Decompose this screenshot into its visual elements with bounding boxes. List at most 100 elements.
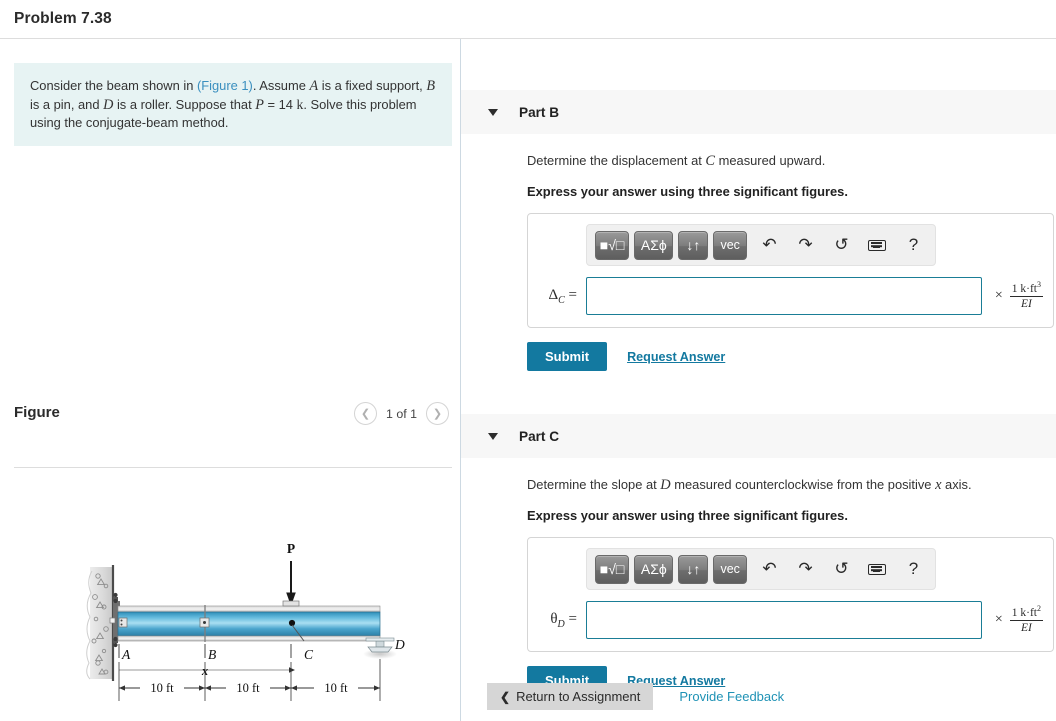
- intro-var-5: B: [426, 78, 435, 94]
- answer-panel: ■√□ ΑΣϕ ↓↑ vec ↶ ↷ ↺? θD = × 1 k·ft2 EI: [527, 537, 1054, 652]
- beam-diagram-svg: P A B C D 10 ft 10 ft 10 ft: [86, 541, 405, 701]
- unit-numerator: 1 k·ft2: [1009, 603, 1043, 622]
- provide-feedback-link[interactable]: Provide Feedback: [679, 689, 784, 704]
- prompt1-var-1: D: [660, 477, 671, 493]
- math-toolbar: ■√□ ΑΣϕ ↓↑ vec ↶ ↷ ↺?: [586, 224, 936, 266]
- answer-input[interactable]: [586, 277, 982, 315]
- intro-text-6: is a pin, and: [30, 96, 104, 112]
- part-body: Determine the displacement at C measured…: [461, 152, 1056, 371]
- prompt0-text-2: measured upward.: [715, 153, 826, 168]
- vector-button[interactable]: vec: [713, 230, 747, 260]
- dimension-label-1: 10 ft: [150, 681, 174, 695]
- template-sqrt-button[interactable]: ■√□: [595, 230, 630, 260]
- arrows-button[interactable]: ↓↑: [678, 554, 709, 584]
- load-label-p: P: [287, 541, 295, 556]
- variable-symbol: Δ: [548, 286, 559, 303]
- unit-fraction: 1 k·ft3 EI: [1009, 279, 1043, 312]
- caret-down-icon[interactable]: [488, 108, 498, 116]
- part-header-b[interactable]: Part B: [461, 89, 1056, 134]
- significant-figures-note: Express your answer using three signific…: [527, 508, 848, 523]
- figure-header: Figure ❮ 1 of 1 ❯: [14, 396, 452, 438]
- figure-nav: ❮ 1 of 1 ❯: [353, 402, 449, 425]
- prompt0-text-0: Determine the displacement at: [527, 153, 706, 168]
- fixed-support-wall: [86, 565, 115, 681]
- part-body: Determine the slope at D measured counte…: [461, 476, 1056, 695]
- dimension-x: x: [119, 664, 295, 678]
- keyboard-button[interactable]: [864, 555, 891, 584]
- intro-text-8: is a roller. Suppose that: [113, 96, 256, 112]
- request-answer-link[interactable]: Request Answer: [627, 350, 725, 364]
- dimension-label-2: 10 ft: [236, 681, 260, 695]
- keyboard-button[interactable]: [864, 231, 891, 260]
- intro-text-10: = 14: [263, 96, 297, 112]
- part-label: Part C: [519, 428, 560, 444]
- unit-numerator: 1 k·ft3: [1009, 279, 1043, 298]
- part-header-c[interactable]: Part C: [461, 413, 1056, 458]
- unit-multiplier: × 1 k·ft3 EI: [995, 279, 1043, 312]
- figure-next-button[interactable]: ❯: [426, 402, 449, 425]
- roller-support-d: [363, 637, 397, 659]
- figure-divider: [14, 467, 452, 468]
- beam-diagram[interactable]: P A B C D 10 ft 10 ft 10 ft: [14, 479, 452, 709]
- dimension-label-3: 10 ft: [324, 681, 348, 695]
- return-to-assignment-button[interactable]: ❮ Return to Assignment: [487, 683, 654, 710]
- answer-actions: Submit Request Answer: [527, 342, 1056, 371]
- right-column: Part B Determine the displacement at C me…: [461, 39, 1056, 721]
- answer-input[interactable]: [586, 601, 982, 639]
- part-section-b: Part B Determine the displacement at C me…: [461, 89, 1056, 371]
- dimension-x-label: x: [201, 664, 208, 678]
- keyboard-icon: [868, 563, 887, 575]
- prompt1-text-4: axis.: [941, 477, 972, 492]
- left-column: Consider the beam shown in (Figure 1). A…: [0, 39, 460, 721]
- equals-sign: =: [568, 286, 577, 303]
- figure-prev-button[interactable]: ❮: [353, 402, 377, 425]
- greek-symbols-button[interactable]: ΑΣϕ: [634, 554, 674, 584]
- redo-button[interactable]: ↷: [792, 555, 819, 584]
- vector-button[interactable]: vec: [713, 554, 747, 584]
- point-label-b: B: [208, 647, 216, 662]
- part-prompt: Determine the slope at D measured counte…: [527, 476, 1056, 494]
- beam-bottom-flange: [117, 635, 381, 642]
- intro-var-7: D: [103, 96, 114, 113]
- keyboard-icon: [868, 239, 887, 251]
- answer-input-row: ΔC = × 1 k·ft3 EI: [538, 277, 1043, 315]
- reset-button[interactable]: ↺: [828, 231, 855, 260]
- help-button[interactable]: ?: [900, 231, 927, 260]
- intro-var-3: A: [309, 78, 319, 94]
- arrows-button[interactable]: ↓↑: [678, 230, 709, 260]
- unit-fraction: 1 k·ft2 EI: [1009, 603, 1043, 636]
- greek-symbols-button[interactable]: ΑΣϕ: [634, 230, 674, 260]
- unit-exponent: 3: [1037, 279, 1041, 289]
- intro-text-2: . Assume: [252, 78, 310, 93]
- caret-down-icon[interactable]: [488, 432, 498, 440]
- intro-var-9: P: [255, 96, 264, 113]
- unit-denominator: EI: [1020, 622, 1032, 635]
- point-label-a: A: [121, 647, 131, 662]
- beam-top-flange: [117, 605, 381, 613]
- submit-button[interactable]: Submit: [527, 342, 608, 371]
- redo-button[interactable]: ↷: [792, 231, 819, 260]
- footer-actions: ❮ Return to Assignment Provide Feedback: [487, 683, 784, 710]
- figure-title: Figure: [14, 404, 60, 421]
- variable-subscript: D: [557, 618, 565, 630]
- page-title: Problem 7.38: [14, 10, 112, 27]
- prompt0-var-1: C: [705, 153, 716, 169]
- point-label-c: C: [304, 647, 314, 662]
- part-section-c: Part C Determine the slope at D measured …: [461, 413, 1056, 695]
- help-button[interactable]: ?: [900, 555, 927, 584]
- unit-exponent: 2: [1037, 603, 1041, 613]
- reset-button[interactable]: ↺: [828, 555, 855, 584]
- unit-denominator: EI: [1020, 298, 1032, 311]
- chevron-left-icon: ❮: [500, 689, 511, 704]
- template-sqrt-button[interactable]: ■√□: [595, 554, 630, 584]
- intro-text-4: is a fixed support,: [318, 78, 427, 93]
- undo-button[interactable]: ↶: [756, 555, 783, 584]
- beam-web: [117, 611, 381, 637]
- significant-figures-note: Express your answer using three signific…: [527, 184, 848, 199]
- problem-page: Problem 7.38 Consider the beam shown in …: [0, 0, 1056, 721]
- answer-panel: ■√□ ΑΣϕ ↓↑ vec ↶ ↷ ↺? ΔC = × 1 k·ft3 EI: [527, 213, 1054, 328]
- figure-1-link[interactable]: (Figure 1): [197, 78, 253, 93]
- undo-button[interactable]: ↶: [756, 231, 783, 260]
- answer-variable-label: ΔC =: [538, 287, 586, 306]
- unit-multiplier: × 1 k·ft2 EI: [995, 603, 1043, 636]
